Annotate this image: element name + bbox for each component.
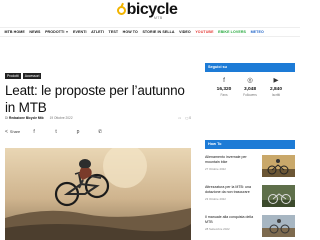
facebook-counter[interactable]: f 16,320 Fans — [211, 77, 237, 97]
author-prefix: Di — [5, 116, 9, 120]
share-facebook-button[interactable]: f — [26, 128, 42, 135]
share-label-wrap: < Share — [5, 129, 20, 135]
site-logo[interactable]: bicycle — [116, 1, 178, 18]
nav-item-news[interactable]: NEWS — [29, 30, 40, 34]
main-nav: MTB HOME NEWS PRODOTTI▼ EVENTI ATLETI TE… — [0, 27, 300, 37]
share-bar: < Share f t p ✆ — [5, 127, 191, 136]
twitter-icon: t — [55, 128, 57, 135]
nav-item-atleti[interactable]: ATLETI — [91, 30, 104, 34]
pinterest-icon: p — [76, 128, 80, 135]
thumbnail-image — [262, 155, 295, 177]
counter-value: 3,048 — [243, 87, 256, 92]
counter-value: 16,320 — [216, 87, 232, 92]
thumbnail-image — [262, 185, 295, 207]
chevron-down-icon: ▼ — [65, 30, 69, 34]
whatsapp-icon: ✆ — [97, 128, 103, 135]
list-item-title[interactable]: Il manuale alla conquista della MTB — [205, 215, 257, 225]
article-hero-image — [5, 148, 191, 240]
thumbnail-image — [262, 215, 295, 237]
list-item-title[interactable]: Allenamento invernale per mountain bike — [205, 155, 257, 165]
list-item-date: 23 Ottobre 2022 — [205, 196, 226, 201]
nav-item-meteo[interactable]: METEO — [251, 30, 264, 34]
article-meta: Di Redazione Bicycle Mtb 19 Ottobre 2022… — [5, 116, 191, 120]
article-title: Leatt: le proposte per l’autunno in MTB — [5, 83, 185, 115]
nav-item-youtube[interactable]: YOUTUBE — [195, 30, 213, 34]
list-item-text: Allenamento invernale per mountain bike … — [205, 155, 257, 180]
instagram-counter[interactable]: ◎ 3,048 Followers — [237, 77, 263, 97]
list-item[interactable]: Il manuale alla conquista della MTB 28 S… — [205, 215, 295, 240]
list-item[interactable]: Attrezzatura per la MTB: una dotazione d… — [205, 185, 295, 210]
category-tag[interactable]: Accessori — [22, 73, 42, 79]
share-twitter-button[interactable]: t — [48, 128, 64, 135]
comment-count: 0 — [189, 116, 191, 120]
print-icon[interactable]: ▭ — [178, 116, 181, 120]
list-item-title[interactable]: Attrezzatura per la MTB: una dotazione d… — [205, 185, 257, 195]
nav-item-video[interactable]: VIDEO — [179, 30, 191, 34]
author-link[interactable]: Redazione Bicycle Mtb — [9, 116, 44, 120]
category-tags: Prodotti Accessori — [5, 73, 42, 79]
list-item-text: Attrezzatura per la MTB: una dotazione d… — [205, 185, 257, 210]
nav-item-mtb-home[interactable]: MTB HOME — [5, 30, 25, 34]
nav-item-how-to[interactable]: HOW TO — [123, 30, 138, 34]
nav-item-prodotti[interactable]: PRODOTTI▼ — [45, 30, 68, 34]
publish-date: 19 Ottobre 2022 — [49, 116, 73, 120]
share-icon: < — [5, 128, 8, 135]
logo-text: bicycle — [126, 1, 178, 18]
facebook-icon: f — [33, 128, 35, 135]
youtube-icon: ▶ — [273, 77, 279, 84]
howto-list: Allenamento invernale per mountain bike … — [205, 155, 295, 240]
nav-item-label: PRODOTTI — [45, 30, 65, 34]
facebook-icon: f — [223, 77, 225, 84]
logo-icon — [116, 6, 126, 15]
share-label: Share — [9, 129, 21, 134]
share-whatsapp-button[interactable]: ✆ — [92, 128, 108, 135]
hero-photo — [5, 148, 191, 240]
category-tag[interactable]: Prodotti — [5, 73, 21, 79]
meta-icons: ▭ ▢ 0 — [178, 116, 191, 120]
howto-widget-title: How To — [205, 140, 295, 149]
follow-widget-title: Seguici su — [205, 63, 295, 72]
list-item-text: Il manuale alla conquista della MTB 28 S… — [205, 215, 257, 240]
counter-label: Followers — [243, 93, 257, 97]
list-item-thumbnail[interactable] — [262, 155, 295, 177]
counter-label: Fans — [220, 93, 228, 97]
comment-icon[interactable]: ▢ 0 — [185, 116, 191, 120]
counter-label: Iscritti — [271, 93, 281, 97]
social-counters: f 16,320 Fans ◎ 3,048 Followers ▶ 2,840 … — [205, 77, 295, 97]
logo-subtitle: MTB — [154, 16, 163, 20]
nav-item-storie-in-sella[interactable]: STORIE IN SELLA — [142, 30, 174, 34]
list-item-date: 27 Ottobre 2022 — [205, 166, 226, 171]
list-item-date: 28 Settembre 2022 — [205, 226, 230, 231]
list-item[interactable]: Allenamento invernale per mountain bike … — [205, 155, 295, 180]
nav-item-test[interactable]: TEST — [109, 30, 119, 34]
instagram-icon: ◎ — [247, 77, 253, 84]
counter-value: 2,840 — [269, 87, 282, 92]
nav-item-eventi[interactable]: EVENTI — [73, 30, 87, 34]
nav-item-ebike-lovers[interactable]: EBIKE LOVERS — [218, 30, 246, 34]
share-pinterest-button[interactable]: p — [70, 128, 86, 135]
youtube-counter[interactable]: ▶ 2,840 Iscritti — [263, 77, 289, 97]
site-header: bicycle MTB — [0, 0, 300, 26]
list-item-thumbnail[interactable] — [262, 185, 295, 207]
list-item-thumbnail[interactable] — [262, 215, 295, 237]
